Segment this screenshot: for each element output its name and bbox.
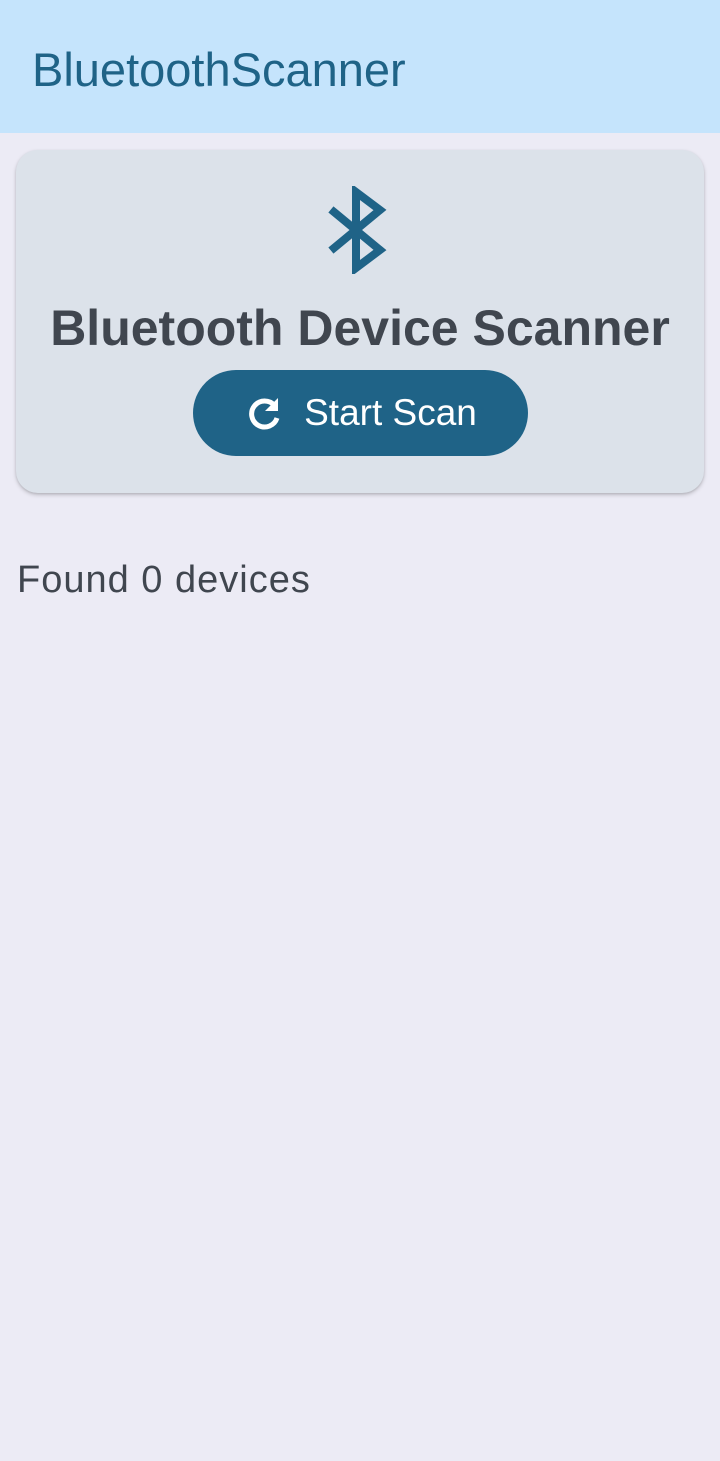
start-scan-button[interactable]: Start Scan	[193, 370, 528, 456]
start-scan-label: Start Scan	[304, 392, 477, 433]
card-heading: Bluetooth Device Scanner	[50, 300, 670, 356]
bluetooth-icon	[328, 186, 387, 274]
device-count-text: Found 0 devices	[17, 559, 311, 601]
app-bar: BluetoothScanner	[0, 0, 720, 133]
refresh-icon	[249, 398, 280, 430]
app-title: BluetoothScanner	[32, 43, 406, 96]
